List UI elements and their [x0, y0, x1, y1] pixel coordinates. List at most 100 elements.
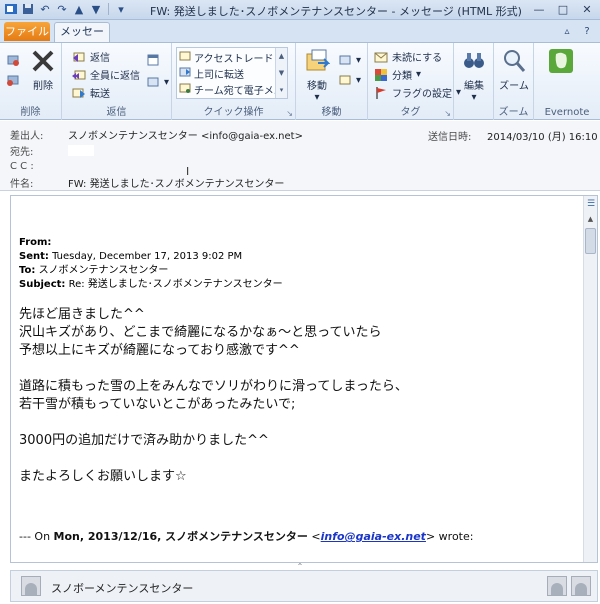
move-icon [303, 47, 331, 75]
quoted-sent-value: Tuesday, December 17, 2013 9:02 PM [52, 251, 243, 262]
from-label: 差出人: [10, 130, 44, 142]
scroll-up-icon[interactable]: ▲ [279, 52, 284, 60]
minimize-ribbon-icon[interactable]: ▵ [560, 24, 574, 38]
evernote-group-label: Evernote [544, 107, 590, 118]
reply-all-icon [72, 68, 86, 82]
from-value[interactable]: スノボメンテナンスセンター <info@gaia-ex.net> [68, 127, 303, 142]
tags-group-label: タグ [400, 107, 421, 118]
sent-value: 2014/03/10 (月) 16:10 [487, 132, 598, 143]
tags-dialog-launcher-icon[interactable]: ↘ [444, 109, 451, 118]
categorize-button[interactable]: 分類 ▾ [374, 67, 421, 82]
ignore-icon [6, 53, 20, 67]
previous-item-icon[interactable]: ▲ [72, 2, 86, 16]
message-line: 道路に積もった雪の上をみんなでソリがわりに滑ってしまったら、 [19, 379, 408, 394]
expand-gallery-icon[interactable]: ▾ [280, 86, 284, 94]
forward-label: 転送 [90, 89, 110, 100]
quick-steps-scrollbar[interactable]: ▲ ▼ ▾ [275, 48, 287, 98]
message-body[interactable]: From: Sent: Tuesday, December 17, 2013 9… [10, 195, 598, 563]
people-pane: スノボーメンテンスセンター [10, 570, 598, 602]
tab-message[interactable]: メッセージ [54, 22, 110, 56]
original-date: Mon, 2013/12/16, スノボメンテナンスセンター [53, 530, 308, 543]
follow-up-button[interactable]: フラグの設定 ▾ [374, 85, 461, 100]
quoted-from-label: From: [19, 237, 52, 248]
forward-icon [72, 86, 86, 100]
message-line: またよろしくお願いします☆ [19, 469, 187, 484]
save-icon[interactable] [21, 2, 35, 16]
original-email-link[interactable]: info@gaia-ex.net [321, 530, 426, 543]
people-pane-avatars [547, 576, 591, 596]
redacted-recipient [68, 144, 94, 156]
vertical-scrollbar[interactable]: ☰ ▲ [583, 196, 597, 562]
cleanup-button[interactable] [6, 73, 20, 87]
reply-all-label: 全員に返信 [90, 71, 140, 82]
quick-step-item[interactable]: チーム宛て電子メ... [179, 81, 275, 97]
subject-row: 件名: FW: 発送しました･スノボメンテナンスセンター [10, 175, 284, 190]
zoom-group-label: ズーム [498, 107, 529, 118]
editing-label: 編集 [464, 81, 484, 92]
actions-button[interactable]: ▾ [338, 73, 361, 87]
binoculars-icon [460, 47, 488, 75]
evernote-button[interactable] [546, 47, 576, 77]
zoom-button[interactable]: ズーム [498, 47, 530, 92]
respond-group-label: 返信 [106, 107, 127, 118]
help-icon[interactable]: ? [580, 24, 594, 38]
tags-group: 未読にする 分類 ▾ フラグの設定 ▾ タグ ↘ [368, 43, 461, 120]
people-pane-name[interactable]: スノボーメンテンスセンター [51, 580, 193, 596]
move-label: 移動 [307, 81, 327, 92]
tab-file[interactable]: ファイル [4, 22, 50, 41]
quoted-to-row: To: スノボメンテナンスセンター [19, 264, 283, 278]
sent-label: 送信日時: [428, 132, 472, 143]
delete-group-label: 削除 [20, 107, 41, 118]
scroll-thumb[interactable] [585, 228, 596, 254]
scroll-down-icon[interactable]: ▼ [279, 69, 284, 77]
editing-button[interactable]: 編集 ▾ [458, 47, 490, 103]
ignore-button[interactable] [6, 53, 20, 67]
cleanup-icon [6, 73, 20, 87]
reply-all-button[interactable]: 全員に返信 [72, 67, 140, 82]
quick-step-forward-icon [179, 66, 191, 81]
quoted-subject-label: Subject: [19, 279, 66, 290]
avatar[interactable] [547, 576, 567, 596]
reply-button[interactable]: 返信 [72, 49, 110, 64]
next-item-icon[interactable]: ▼ [89, 2, 103, 16]
rules-button[interactable]: ▾ [338, 53, 361, 67]
message-options-icon[interactable]: ☰ [585, 198, 597, 210]
scroll-up-arrow-icon[interactable]: ▲ [584, 212, 597, 226]
redo-icon[interactable]: ↷ [55, 2, 69, 16]
close-button[interactable]: ✕ [578, 2, 596, 16]
move-button[interactable]: 移動 ▾ [302, 47, 332, 103]
original-prefix: --- On [19, 530, 54, 543]
quick-steps-group: アクセストレード -... 上司に転送 チーム宛て電子メ... ▲ ▼ ▾ クイ… [172, 43, 296, 120]
delete-icon [29, 47, 57, 75]
people-pane-toggle-icon[interactable]: ⌃ [292, 563, 308, 571]
dialog-launcher-icon[interactable]: ↘ [286, 109, 293, 118]
undo-icon[interactable]: ↶ [38, 2, 52, 16]
avatar[interactable] [571, 576, 591, 596]
categorize-icon [374, 68, 388, 82]
actions-dropdown-icon: ▾ [356, 74, 362, 86]
quoted-from-row: From: [19, 236, 283, 250]
forward-button[interactable]: 転送 [72, 85, 110, 100]
message-header: 差出人: スノボメンテナンスセンター <info@gaia-ex.net> 宛先… [0, 121, 600, 191]
toolbar-separator [108, 3, 109, 15]
mark-unread-button[interactable]: 未読にする [374, 49, 442, 64]
avatar[interactable] [21, 576, 41, 596]
more-respond-button[interactable]: ▾ [146, 75, 169, 89]
quick-step-item[interactable]: アクセストレード -... [179, 49, 275, 65]
title-bar: ↶ ↷ ▲ ▼ ▾ FW: 発送しました･スノボメンテナンスセンター - メッセ… [0, 0, 600, 20]
outlook-icon[interactable] [4, 2, 18, 16]
respond-group: 返信 全員に返信 転送 ▾ 返信 [62, 43, 172, 120]
quoted-subject-value: Re: 発送しました･スノボメンテナンスセンター [68, 279, 283, 290]
cc-label: C C : [10, 160, 34, 172]
window-controls: — □ ✕ [530, 2, 596, 16]
meeting-button[interactable] [146, 53, 160, 67]
quick-step-team-icon [179, 82, 191, 97]
customize-toolbar-icon[interactable]: ▾ [114, 2, 128, 16]
quick-step-item[interactable]: 上司に転送 [179, 65, 275, 81]
maximize-button[interactable]: □ [554, 2, 572, 16]
delete-button[interactable]: 削除 [28, 47, 58, 92]
minimize-button[interactable]: — [530, 2, 548, 16]
quick-step-mail-icon [179, 50, 191, 65]
move-dropdown-icon: ▾ [314, 92, 320, 103]
quoted-header: From: Sent: Tuesday, December 17, 2013 9… [19, 236, 283, 292]
